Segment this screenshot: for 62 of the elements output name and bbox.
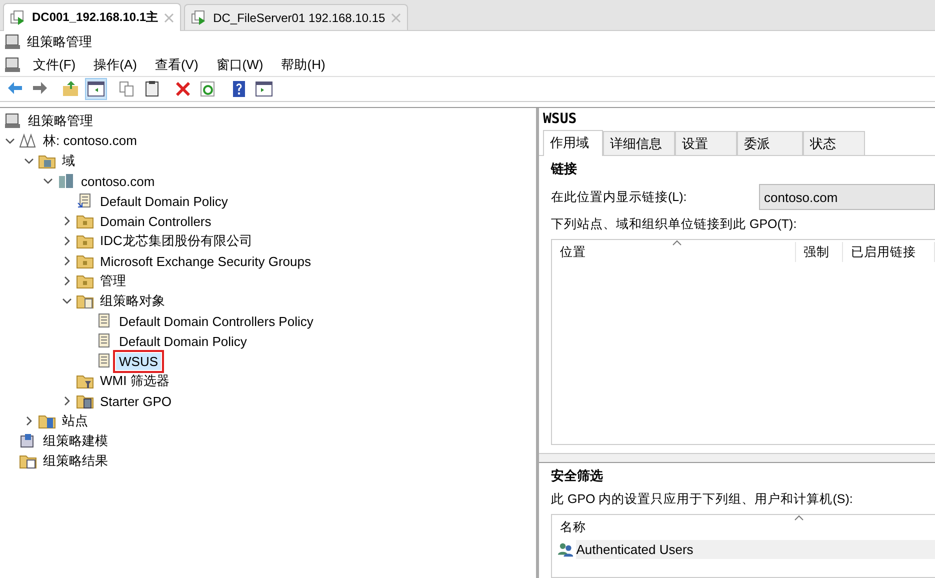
panel-title: WSUS [542,110,578,129]
tree-item[interactable]: 林: contoso.com [40,131,140,151]
section-heading: 安全筛选 [551,467,604,485]
tab[interactable]: 作用域 [543,130,603,156]
tree-item[interactable]: Default Domain Controllers Policy [116,312,316,330]
tree-item[interactable]: WSUS [116,352,161,370]
tree-item[interactable]: Domain Controllers [97,212,214,230]
building-icon [57,172,75,190]
field-label: 在此位置内显示链接(L): [551,188,687,206]
tree-item[interactable]: 组策略建模 [40,431,111,451]
tree-item[interactable]: 组策略对象 [97,291,168,311]
menu-item[interactable]: 文件(F) [26,56,83,74]
sort-caret-icon [672,240,682,246]
tree-item[interactable]: WMI 筛选器 [97,371,172,391]
tree-item[interactable]: IDC龙芯集团股份有限公司 [97,231,256,251]
menu-item[interactable]: 查看(V) [148,56,206,74]
tree-root[interactable]: 组策略管理 [25,111,96,131]
tab[interactable]: 设置 [675,131,737,155]
location-dropdown[interactable]: contoso.com [759,184,935,210]
tab[interactable]: 状态 [803,131,865,155]
tree-item[interactable]: Starter GPO [97,392,175,410]
pane-icon [255,80,273,98]
screens-icon [10,10,26,26]
tree-item[interactable]: Default Domain Policy [97,192,231,210]
list-label: 下列站点、域和组织单位链接到此 GPO(T): [551,216,798,233]
tab[interactable]: 委派 [737,131,803,155]
tree-item[interactable]: Default Domain Policy [116,332,250,350]
list-label: 此 GPO 内的设置只应用于下列组、用户和计算机(S): [551,491,854,508]
tree-button[interactable] [85,78,107,100]
column-header[interactable]: 名称 [552,517,760,537]
screens-icon [191,10,208,26]
clipboard-icon [143,80,161,98]
menu-item[interactable]: 窗口(W) [209,56,270,74]
console-icon [4,112,22,130]
tree-item[interactable]: 管理 [97,271,129,291]
menu-item[interactable]: 帮助(H) [274,56,332,74]
x-icon [174,80,192,98]
copy-icon [118,80,136,98]
help-icon [230,80,248,98]
browser-tab[interactable]: DC001_192.168.10.1主 [3,3,182,31]
column-header[interactable]: 已启用链接 [843,242,935,262]
folder-up-icon [62,80,80,98]
table-cell[interactable]: Authenticated Users [576,540,935,558]
users-icon [558,541,574,557]
sort-caret-icon [794,515,804,521]
tree-item[interactable]: 组策略结果 [40,451,111,471]
console-icon [4,33,22,51]
section-heading: 链接 [551,160,578,178]
tree-item[interactable]: 域 [59,151,78,171]
tree-item[interactable]: contoso.com [78,172,158,190]
column-header[interactable]: 强制 [796,242,844,262]
menu-item[interactable]: 操作(A) [86,56,144,74]
tab[interactable]: 详细信息 [603,131,675,155]
tree-item[interactable]: 站点 [59,411,91,431]
pane-icon [87,80,105,98]
refresh-icon [199,80,217,98]
console-icon [4,56,22,74]
tree-item[interactable]: Microsoft Exchange Security Groups [97,252,314,270]
browser-tab[interactable]: DC_FileServer01 192.168.10.15 [184,4,408,30]
triangle-icon [19,132,37,150]
column-header[interactable]: 位置 [552,242,796,262]
window-title: 组策略管理 [27,33,92,51]
